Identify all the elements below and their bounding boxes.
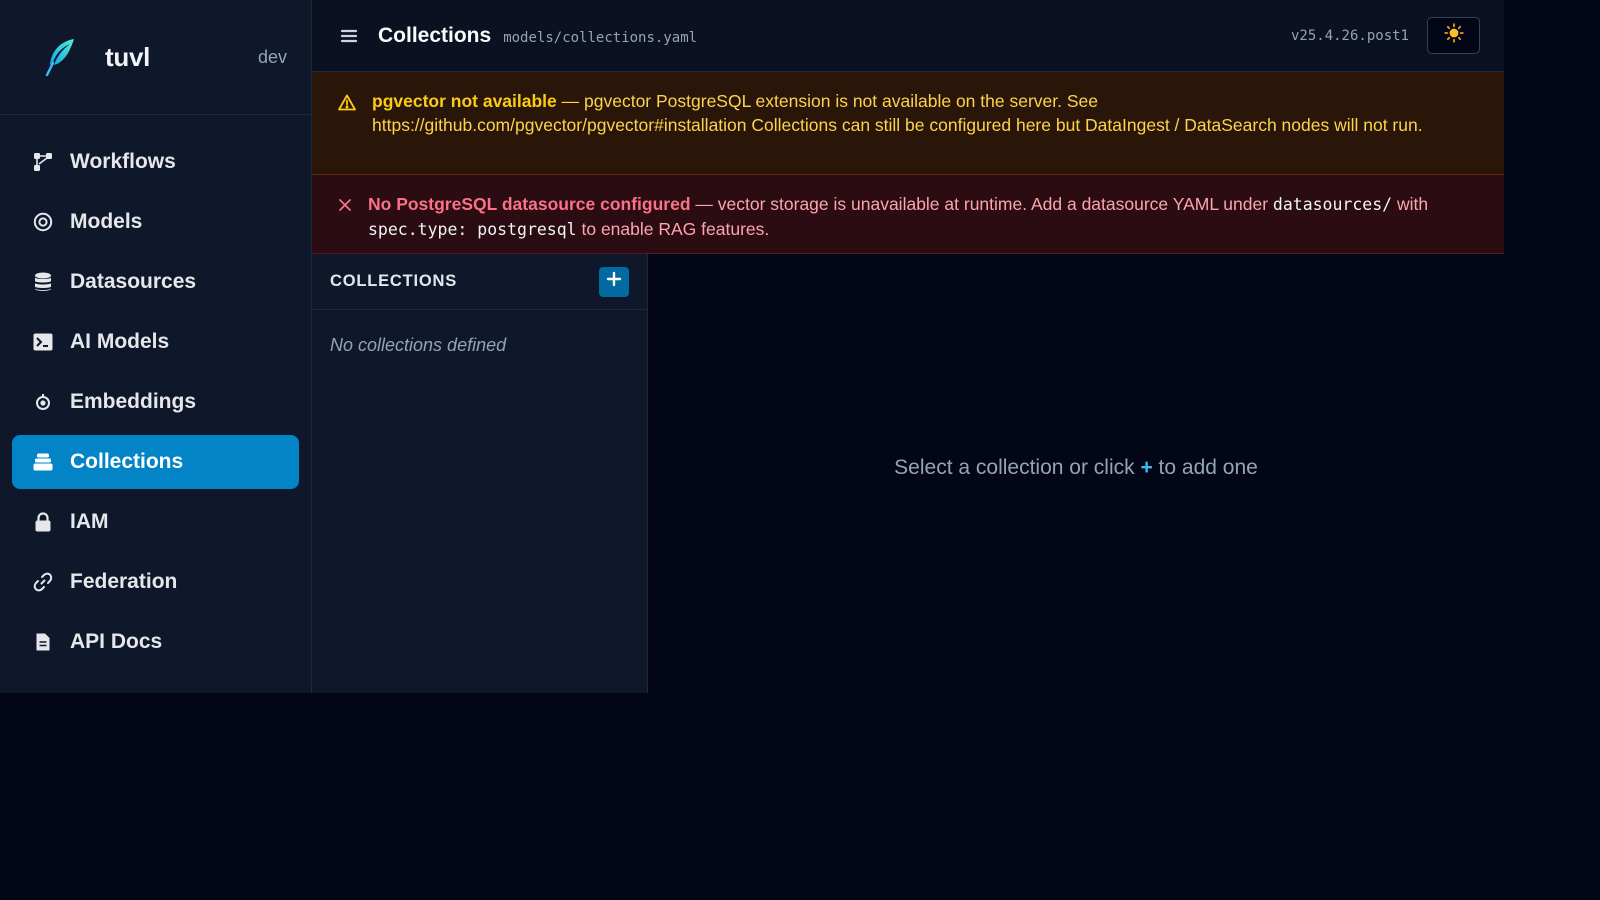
sidebar-nav: Workflows Models Datasources AI Models E… (0, 115, 311, 675)
sidebar-item-api-docs[interactable]: API Docs (12, 615, 299, 669)
collection-detail-area: Select a collection or click + to add on… (648, 254, 1504, 693)
sidebar-item-embeddings[interactable]: Embeddings (12, 375, 299, 429)
terminal-icon (32, 331, 54, 353)
error-alert-message-2: with (1392, 194, 1429, 214)
error-alert-text: No PostgreSQL datasource configured — ve… (368, 192, 1474, 242)
warning-alert-dash: — (556, 91, 585, 111)
warning-triangle-icon (338, 92, 356, 112)
sidebar-item-federation[interactable]: Federation (12, 555, 299, 609)
sidebar-item-workflows[interactable]: Workflows (12, 135, 299, 189)
version-label: v25.4.26.post1 (1290, 27, 1409, 44)
sidebar-item-label: Collections (70, 450, 184, 473)
content-area: COLLECTIONS No collections defined Selec… (312, 254, 1504, 693)
target-icon (32, 211, 54, 233)
error-alert-dash: — (690, 194, 718, 214)
sidebar-item-label: Workflows (70, 150, 176, 173)
sidebar-item-label: AI Models (70, 330, 170, 353)
sidebar-item-label: IAM (70, 510, 109, 533)
workflow-icon (32, 151, 54, 173)
sidebar-item-datasources[interactable]: Datasources (12, 255, 299, 309)
warning-alert-title: pgvector not available (372, 91, 557, 111)
layers-icon (32, 451, 54, 473)
sun-icon (1443, 23, 1464, 48)
brand-header: tuvl dev (0, 0, 311, 115)
sidebar: tuvl dev Workflows Models Datasources AI… (0, 0, 312, 693)
error-alert-message-3: to enable RAG features. (576, 219, 770, 239)
lock-icon (32, 511, 54, 533)
collections-list-header: COLLECTIONS (312, 254, 647, 310)
file-path: models/collections.yaml (503, 29, 698, 46)
warning-alert-text: pgvector not available — pgvector Postgr… (372, 89, 1464, 137)
sidebar-item-label: Models (70, 210, 143, 233)
close-x-icon (336, 195, 354, 215)
hint-text-before: Select a collection or click (894, 455, 1141, 479)
sidebar-item-label: API Docs (70, 630, 163, 653)
theme-toggle-button[interactable] (1427, 17, 1480, 54)
sidebar-item-ai-models[interactable]: AI Models (12, 315, 299, 369)
database-icon (32, 271, 54, 293)
spec-type-code: spec.type: postgresql (368, 220, 577, 239)
hamburger-menu-icon[interactable] (338, 25, 360, 47)
sidebar-item-collections[interactable]: Collections (12, 435, 299, 489)
brand-name: tuvl (105, 41, 151, 72)
empty-detail-hint: Select a collection or click + to add on… (894, 456, 1258, 480)
app-shell: tuvl dev Workflows Models Datasources AI… (0, 0, 1504, 693)
dot-circle-icon (32, 391, 54, 413)
environment-label: dev (257, 46, 287, 67)
collections-list-title: COLLECTIONS (330, 272, 458, 290)
link-icon (32, 571, 54, 593)
feather-logo-icon (40, 37, 80, 77)
error-alert-title: No PostgreSQL datasource configured (368, 194, 691, 214)
sidebar-item-label: Federation (70, 570, 178, 593)
sidebar-item-iam[interactable]: IAM (12, 495, 299, 549)
add-collection-button[interactable] (599, 266, 629, 297)
postgres-error-alert: No PostgreSQL datasource configured — ve… (312, 175, 1504, 254)
document-icon (32, 631, 54, 653)
sidebar-item-label: Datasources (70, 270, 197, 293)
collections-list-panel: COLLECTIONS No collections defined (312, 254, 648, 693)
datasources-dir-code: datasources/ (1272, 195, 1393, 214)
plus-icon (606, 271, 622, 292)
main-area: Collections models/collections.yaml v25.… (312, 0, 1504, 693)
page-title: Collections (378, 23, 492, 47)
collections-empty-state: No collections defined (330, 335, 507, 355)
hint-text-after: to add one (1152, 455, 1258, 479)
hint-plus-symbol: + (1140, 455, 1153, 479)
pgvector-warning-alert: pgvector not available — pgvector Postgr… (312, 72, 1504, 175)
sidebar-item-label: Embeddings (70, 390, 197, 413)
sidebar-item-models[interactable]: Models (12, 195, 299, 249)
error-alert-message-1: vector storage is unavailable at runtime… (717, 194, 1273, 214)
top-bar: Collections models/collections.yaml v25.… (312, 0, 1504, 72)
